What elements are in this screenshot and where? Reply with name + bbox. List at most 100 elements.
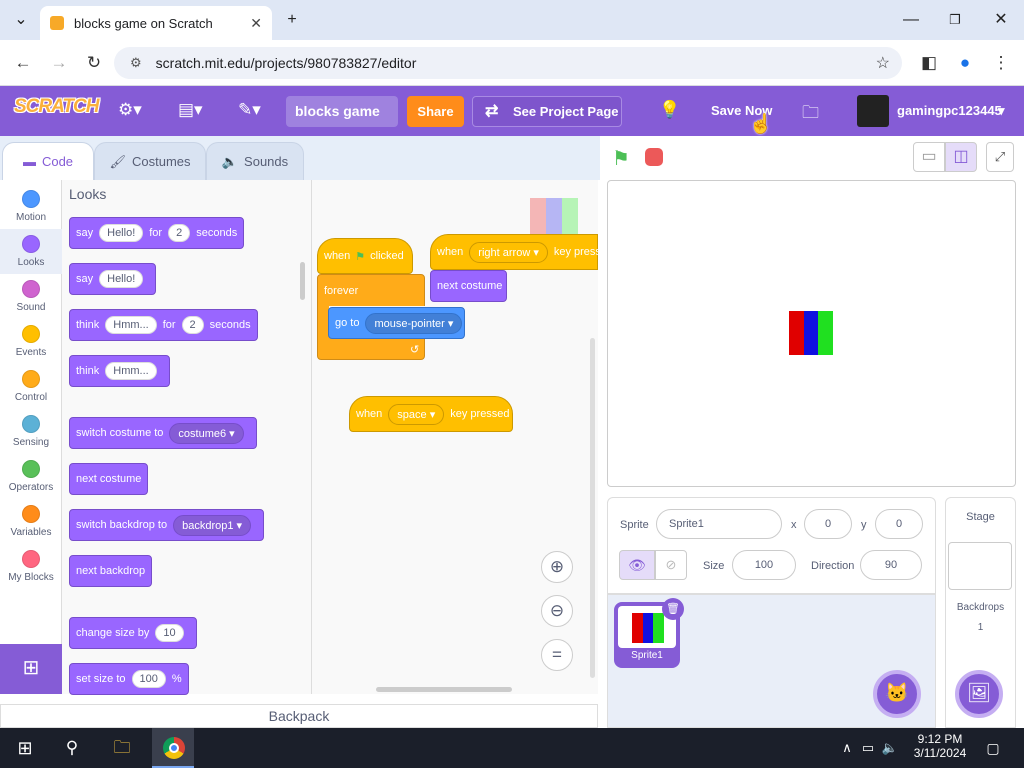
category-my-blocks[interactable]: My Blocks bbox=[0, 544, 62, 589]
stop-icon[interactable] bbox=[645, 148, 663, 166]
my-stuff-folder-icon[interactable]: 🗀 bbox=[802, 100, 819, 129]
reload-icon[interactable]: ↻ bbox=[83, 52, 105, 74]
choose-sprite-icon[interactable]: 🐱 bbox=[873, 670, 921, 718]
url-text[interactable]: scratch.mit.edu/projects/980783827/edito… bbox=[156, 55, 876, 71]
when-space-pressed-block[interactable]: when space ▾ key pressed bbox=[349, 396, 513, 432]
close-window-icon[interactable]: ✕ bbox=[986, 8, 1016, 32]
category-sound[interactable]: Sound bbox=[0, 274, 62, 319]
category-variables[interactable]: Variables bbox=[0, 499, 62, 544]
x-input[interactable]: 0 bbox=[804, 509, 852, 539]
block-input[interactable]: Hello! bbox=[99, 224, 144, 242]
show-sprite-eye-icon[interactable]: 👁 bbox=[619, 550, 655, 580]
block-say[interactable]: say Hello! bbox=[69, 263, 157, 295]
green-flag-icon[interactable]: ⚑ bbox=[612, 146, 630, 171]
hide-sprite-icon[interactable]: ⊘ bbox=[655, 550, 687, 580]
block-switch-costume[interactable]: switch costume to costume6 ▾ bbox=[69, 417, 257, 449]
category-control[interactable]: Control bbox=[0, 364, 62, 409]
browser-tab[interactable]: blocks game on Scratch ✕ bbox=[40, 6, 272, 40]
back-icon[interactable]: ← bbox=[12, 52, 34, 74]
workspace-h-scrollbar[interactable] bbox=[376, 687, 512, 692]
tutorials-lightbulb-icon[interactable]: 💡 bbox=[659, 100, 680, 120]
block-think[interactable]: think Hmm... bbox=[69, 355, 170, 387]
windows-start-icon[interactable]: ⊞ bbox=[10, 734, 40, 762]
stage-thumbnail[interactable] bbox=[948, 542, 1012, 590]
category-sensing[interactable]: Sensing bbox=[0, 409, 62, 454]
when-key-pressed-block[interactable]: when right arrow ▾ key pressed bbox=[430, 234, 613, 270]
sprite-on-stage[interactable] bbox=[789, 311, 833, 355]
y-input[interactable]: 0 bbox=[875, 509, 923, 539]
block-input[interactable]: Hmm... bbox=[105, 362, 157, 380]
block-input[interactable]: Hello! bbox=[99, 270, 144, 288]
workspace-v-scrollbar[interactable] bbox=[590, 338, 595, 678]
file-menu-icon[interactable]: ▤▾ bbox=[178, 100, 203, 120]
forward-icon[interactable]: → bbox=[48, 52, 70, 74]
category-looks[interactable]: Looks bbox=[0, 229, 62, 274]
small-stage-icon[interactable]: ▭ bbox=[913, 142, 945, 172]
block-think-for-seconds[interactable]: think Hmm... for 2 seconds bbox=[69, 309, 258, 341]
next-costume-block[interactable]: next costume bbox=[430, 270, 507, 302]
block-switch-backdrop[interactable]: switch backdrop to backdrop1 ▾ bbox=[69, 509, 265, 541]
tab-search-icon[interactable]: ⌄ bbox=[6, 8, 36, 32]
omnibox[interactable]: ⚙ scratch.mit.edu/projects/980783827/edi… bbox=[114, 47, 902, 79]
direction-input[interactable]: 90 bbox=[860, 550, 922, 580]
category-operators[interactable]: Operators bbox=[0, 454, 62, 499]
category-events[interactable]: Events bbox=[0, 319, 62, 364]
account-dropdown-icon[interactable]: ▾ bbox=[998, 103, 1005, 119]
volume-icon[interactable]: 🔈 bbox=[880, 734, 900, 762]
block-input[interactable]: 100 bbox=[131, 670, 166, 688]
restore-icon[interactable]: ❐ bbox=[940, 8, 970, 32]
block-change-size[interactable]: change size by 10 bbox=[69, 617, 197, 649]
costume-dropdown[interactable]: costume6 ▾ bbox=[169, 422, 244, 444]
tray-chevron-icon[interactable]: ∧ bbox=[838, 734, 856, 762]
edit-menu-icon[interactable]: ✎▾ bbox=[238, 100, 261, 120]
bookmark-star-icon[interactable]: ☆ bbox=[876, 53, 890, 73]
file-explorer-icon[interactable]: 🗀 bbox=[106, 734, 138, 762]
category-motion[interactable]: Motion bbox=[0, 184, 62, 229]
clock[interactable]: 9:12 PM 3/11/2024 bbox=[902, 732, 978, 760]
search-icon[interactable]: ⚲ bbox=[57, 734, 87, 762]
settings-gear-icon[interactable]: ⚙▾ bbox=[118, 100, 142, 120]
backdrop-dropdown[interactable]: backdrop1 ▾ bbox=[173, 514, 252, 536]
when-flag-clicked-block[interactable]: when ⚑ clicked bbox=[317, 238, 413, 274]
block-input[interactable]: 2 bbox=[181, 316, 204, 334]
delete-sprite-icon[interactable]: 🗑 bbox=[662, 598, 684, 620]
profile-icon[interactable]: ● bbox=[954, 52, 976, 74]
username[interactable]: gamingpc123445 bbox=[897, 103, 1002, 118]
key-dropdown[interactable]: space ▾ bbox=[388, 403, 445, 425]
project-title-input[interactable]: blocks game bbox=[286, 96, 398, 127]
block-input[interactable]: 2 bbox=[168, 224, 191, 242]
block-next-costume[interactable]: next costume bbox=[69, 463, 149, 495]
block-input[interactable]: 10 bbox=[155, 624, 184, 642]
add-extension-icon[interactable]: ⊞ bbox=[0, 644, 62, 694]
tab-sounds[interactable]: 🔈 Sounds bbox=[206, 142, 304, 180]
go-to-block[interactable]: go to mouse-pointer ▾ bbox=[328, 307, 465, 339]
share-button[interactable]: Share bbox=[407, 96, 464, 127]
tab-code[interactable]: ▬ Code bbox=[2, 142, 94, 180]
zoom-reset-icon[interactable]: = bbox=[541, 639, 573, 671]
normal-stage-icon[interactable]: ◫ bbox=[945, 142, 977, 172]
palette-scrollbar[interactable] bbox=[300, 262, 305, 300]
chrome-taskbar-button[interactable] bbox=[152, 728, 194, 768]
see-project-page-button[interactable]: ⇄ See Project Page bbox=[472, 96, 622, 127]
browser-menu-icon[interactable]: ⋮ bbox=[990, 52, 1012, 74]
block-set-size[interactable]: set size to 100 % bbox=[69, 663, 189, 695]
avatar[interactable] bbox=[857, 95, 889, 127]
close-tab-icon[interactable]: ✕ bbox=[250, 15, 262, 32]
scratch-logo[interactable]: SCRATCH bbox=[14, 96, 99, 126]
zoom-in-icon[interactable]: ⊕ bbox=[541, 551, 573, 583]
tab-costumes[interactable]: 🖌 Costumes bbox=[94, 142, 206, 180]
site-info-icon[interactable]: ⚙ bbox=[130, 55, 142, 71]
sprite-name-input[interactable]: Sprite1 bbox=[656, 509, 782, 539]
fullscreen-icon[interactable]: ⤢ bbox=[986, 142, 1014, 172]
backpack[interactable]: Backpack bbox=[0, 704, 598, 728]
block-input[interactable]: Hmm... bbox=[105, 316, 157, 334]
new-tab-icon[interactable]: + bbox=[277, 8, 307, 32]
side-panel-icon[interactable]: ◧ bbox=[918, 52, 940, 74]
size-input[interactable]: 100 bbox=[732, 550, 796, 580]
block-next-backdrop[interactable]: next backdrop bbox=[69, 555, 153, 587]
key-dropdown[interactable]: right arrow ▾ bbox=[469, 241, 548, 263]
notification-icon[interactable]: ▢ bbox=[982, 734, 1004, 762]
network-icon[interactable]: ▭ bbox=[858, 734, 878, 762]
minimize-icon[interactable]: — bbox=[896, 8, 926, 32]
choose-backdrop-icon[interactable]: 🖼 bbox=[955, 670, 1003, 718]
